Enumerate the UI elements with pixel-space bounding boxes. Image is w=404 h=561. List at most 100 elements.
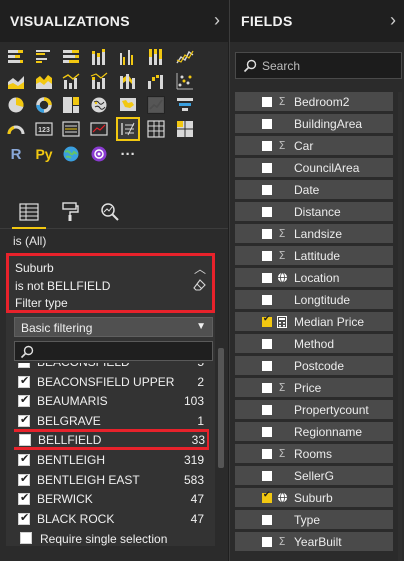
field-item[interactable]: Method [235,334,393,353]
item-checkbox[interactable] [18,393,30,408]
table-icon[interactable] [146,119,166,139]
field-checkbox[interactable] [262,119,272,129]
item-checkbox[interactable] [18,491,30,506]
field-checkbox[interactable] [262,383,272,393]
filters-scrollbar[interactable] [218,348,224,468]
line-chart-icon[interactable] [175,47,195,67]
field-checkbox[interactable] [262,185,272,195]
field-checkbox[interactable] [262,427,272,437]
analytics-magnifier-icon[interactable] [97,199,123,225]
multi-row-card-icon[interactable] [61,119,81,139]
gauge-icon[interactable] [6,119,26,139]
table-visual-icon[interactable] [146,95,166,115]
field-checkbox[interactable] [262,97,272,107]
filter-search-input[interactable] [14,341,213,361]
field-item[interactable]: Σ Bedroom2 [235,92,393,111]
field-checkbox[interactable] [262,490,272,503]
donut-chart-icon[interactable] [34,95,54,115]
clustered-bar-chart-icon[interactable] [34,47,54,67]
field-checkbox[interactable] [262,537,272,547]
field-item[interactable]: Suburb [235,488,393,507]
list-item[interactable]: BEACONSFIELD 5 [14,363,209,371]
100-stacked-column-chart-icon[interactable] [146,47,166,67]
clear-filter-eraser-icon[interactable] [193,278,206,296]
more-options-icon[interactable]: ··· [118,144,138,164]
require-single-selection-checkbox[interactable] [20,532,32,544]
slicer-icon[interactable] [116,117,140,141]
collapse-chevron-icon[interactable]: ︿ [194,260,206,277]
globe-map-icon[interactable] [61,144,81,164]
field-checkbox[interactable] [262,141,272,151]
field-item[interactable]: Σ Rooms [235,444,393,463]
stacked-bar-chart-icon[interactable] [6,47,26,67]
format-paint-roller-icon[interactable] [57,199,83,225]
stacked-column-chart-icon[interactable] [89,47,109,67]
list-item-highlighted[interactable]: BELLFIELD 33 [14,429,209,451]
field-checkbox[interactable] [262,273,272,283]
custom-visual-icon[interactable] [89,144,109,164]
list-item[interactable]: BELGRAVE 1 [14,412,209,430]
field-checkbox[interactable] [262,449,272,459]
card-icon[interactable]: 123 [34,119,54,139]
filled-map-icon[interactable] [118,95,138,115]
field-item[interactable]: Location [235,268,393,287]
require-single-selection[interactable]: Require single selection [12,528,221,548]
field-checkbox[interactable] [262,515,272,525]
item-checkbox[interactable] [18,374,30,388]
field-item[interactable]: Propertycount [235,400,393,419]
field-item[interactable]: Σ Lattitude [235,246,393,265]
field-checkbox[interactable] [262,295,272,305]
list-item[interactable]: BERWICK 47 [14,490,209,508]
list-item[interactable]: BENTLEIGH EAST 583 [14,471,209,489]
fields-tab-icon[interactable] [12,199,46,229]
area-chart-icon[interactable] [6,71,26,91]
item-checkbox[interactable] [18,452,30,466]
field-checkbox[interactable] [262,229,272,239]
field-checkbox[interactable] [262,339,272,349]
collapse-visualizations-chevron-icon[interactable]: › [214,11,220,29]
python-visual-icon[interactable]: Py [34,144,54,164]
field-checkbox[interactable] [262,471,272,481]
clustered-column-chart-icon[interactable] [118,47,138,67]
funnel-icon[interactable] [175,95,195,115]
field-item[interactable]: Date [235,180,393,199]
ribbon-chart-icon[interactable] [118,71,138,91]
field-item[interactable]: CouncilArea [235,158,393,177]
field-item[interactable]: BuildingArea [235,114,393,133]
field-checkbox[interactable] [262,207,272,217]
field-item[interactable]: SellerG [235,466,393,485]
fields-scrollbar[interactable] [398,92,402,561]
field-checkbox[interactable] [262,314,272,327]
field-item[interactable]: Median Price [235,312,393,331]
field-checkbox[interactable] [262,251,272,261]
line-clustered-column-chart-icon[interactable] [61,71,81,91]
list-item[interactable]: BEACONSFIELD UPPER 2 [14,373,209,391]
100-stacked-bar-chart-icon[interactable] [61,47,81,67]
field-item[interactable]: Distance [235,202,393,221]
line-stacked-column-chart-icon[interactable] [89,71,109,91]
field-checkbox[interactable] [262,163,272,173]
field-item[interactable]: Σ YearBuilt [235,532,393,551]
waterfall-chart-icon[interactable] [146,71,166,91]
item-checkbox[interactable] [18,472,30,486]
field-checkbox[interactable] [262,361,272,371]
item-checkbox[interactable] [18,413,30,427]
filter-card-header[interactable]: Suburb is not BELLFIELD Filter type ︿ [6,253,215,313]
pie-chart-icon[interactable] [6,95,26,115]
scatter-chart-icon[interactable] [175,71,195,91]
treemap-icon[interactable] [61,95,81,115]
r-script-visual-icon[interactable]: R [6,144,26,164]
filter-type-dropdown[interactable]: Basic filtering ▼ [14,317,213,337]
item-checkbox[interactable] [19,434,31,447]
list-item[interactable]: BLACK ROCK 47 [14,510,209,525]
matrix-icon[interactable] [175,119,195,139]
field-item[interactable]: Regionname [235,422,393,441]
field-item[interactable]: Σ Car [235,136,393,155]
field-item[interactable]: Postcode [235,356,393,375]
map-icon[interactable] [89,95,109,115]
field-item[interactable]: Σ Landsize [235,224,393,243]
item-checkbox[interactable] [18,363,30,368]
kpi-icon[interactable] [89,119,109,139]
item-checkbox[interactable] [18,511,30,525]
stacked-area-chart-icon[interactable] [34,71,54,91]
